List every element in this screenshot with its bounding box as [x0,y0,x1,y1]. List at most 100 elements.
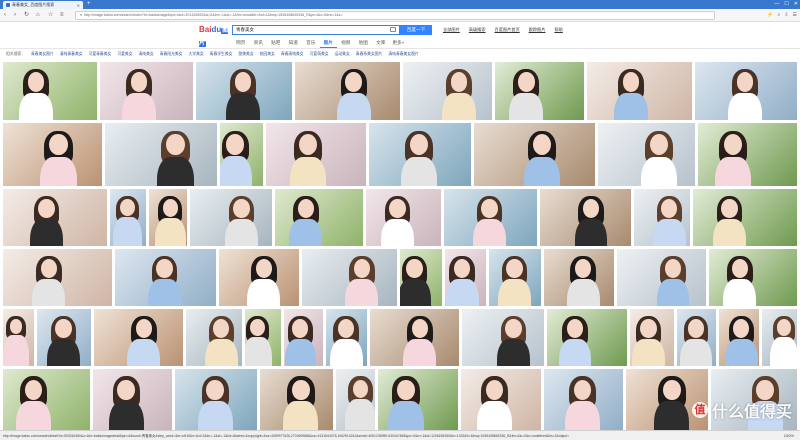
image-thumbnail[interactable] [3,309,34,366]
related-search-link[interactable]: 运动美女 [335,52,350,57]
image-thumbnail[interactable] [3,62,97,120]
image-thumbnail[interactable] [462,309,544,366]
reload-icon[interactable]: ↻ [24,11,29,20]
zoom-level[interactable]: 100% [784,433,794,438]
bolt-icon[interactable]: ⚡ [767,11,773,20]
related-search-link[interactable]: 清纯美女 [139,52,154,57]
minimize-icon[interactable]: — [774,1,779,8]
image-thumbnail[interactable] [544,249,614,306]
image-thumbnail[interactable] [630,309,674,366]
search-input[interactable]: 青春美女 [232,25,400,35]
image-thumbnail[interactable] [693,189,797,246]
related-search-link[interactable]: 青春系美女图片 [356,52,383,57]
related-search-link[interactable]: 青春学生美女 [210,52,233,57]
close-tab-icon[interactable]: ✕ [77,3,80,8]
related-search-link[interactable]: 大学美女 [188,52,203,57]
image-thumbnail[interactable] [709,249,797,306]
image-thumbnail[interactable] [220,123,263,186]
image-thumbnail[interactable] [403,62,492,120]
image-thumbnail[interactable] [219,249,299,306]
related-search-link[interactable]: 青春美女图片 [31,52,54,57]
header-link[interactable]: 全部图片 [443,27,460,33]
camera-icon[interactable] [390,27,396,32]
image-thumbnail[interactable] [495,62,584,120]
new-tab-button[interactable]: + [87,1,91,8]
close-window-icon[interactable]: ✕ [794,1,798,8]
image-thumbnail[interactable] [94,309,183,366]
header-link[interactable]: 帮助 [554,27,562,33]
related-search-link[interactable]: 可爱萌美女 [310,52,329,57]
image-thumbnail[interactable] [3,369,90,430]
image-thumbnail[interactable] [540,189,631,246]
image-thumbnail[interactable] [587,62,692,120]
image-thumbnail[interactable] [260,369,333,430]
related-search-link[interactable]: 甜美美女 [238,52,253,57]
image-thumbnail[interactable] [598,123,695,186]
baidu-logo[interactable]: Baidu图片 [199,24,234,47]
image-thumbnail[interactable] [302,249,397,306]
image-thumbnail[interactable] [719,309,759,366]
image-thumbnail[interactable] [110,189,146,246]
image-thumbnail[interactable] [245,309,281,366]
url-field[interactable]: ● http://image.baidu.com/search/index?tn=… [75,11,715,20]
back-icon[interactable]: ‹ [4,11,6,20]
image-thumbnail[interactable] [37,309,91,366]
image-thumbnail[interactable] [336,369,375,430]
image-thumbnail[interactable] [275,189,363,246]
download-icon[interactable]: ⇩ [784,11,788,20]
image-thumbnail[interactable] [489,249,541,306]
image-thumbnail[interactable] [3,189,107,246]
maximize-icon[interactable]: ☐ [784,1,788,8]
search-button[interactable]: 百度一下 [400,25,432,35]
browser-tab[interactable]: 青春美女_百度图片搜索 ✕ [3,1,83,9]
image-thumbnail[interactable] [3,249,112,306]
tab-7[interactable]: 地图 [355,39,373,48]
tab-0[interactable]: 网页 [232,39,250,48]
image-thumbnail[interactable] [762,309,797,366]
image-thumbnail[interactable] [284,309,323,366]
menu-icon[interactable]: ☰ [793,11,797,20]
reader-icon[interactable]: ≡ [60,11,64,20]
image-thumbnail[interactable] [617,249,706,306]
related-search-link[interactable]: 青春清纯美女 [281,52,304,57]
related-search-link[interactable]: 可爱美女 [117,52,132,57]
tab-3[interactable]: 知道 [285,39,303,48]
image-thumbnail[interactable] [175,369,257,430]
image-thumbnail[interactable] [544,369,623,430]
image-thumbnail[interactable] [677,309,716,366]
header-link[interactable]: 百度图片首页 [495,27,520,33]
search-icon[interactable]: ⌕ [778,11,781,20]
image-thumbnail[interactable] [326,309,367,366]
image-thumbnail[interactable] [196,62,292,120]
image-thumbnail[interactable] [444,189,537,246]
image-thumbnail[interactable] [369,123,471,186]
image-thumbnail[interactable] [295,62,400,120]
star-icon[interactable]: ☆ [48,11,53,20]
image-thumbnail[interactable] [400,249,442,306]
image-thumbnail[interactable] [695,62,797,120]
image-thumbnail[interactable] [370,309,459,366]
image-thumbnail[interactable] [186,309,242,366]
tab-4[interactable]: 音乐 [302,39,320,48]
tab-8[interactable]: 文库 [372,39,390,48]
image-thumbnail[interactable] [698,123,797,186]
image-thumbnail[interactable] [366,189,441,246]
image-thumbnail[interactable] [190,189,272,246]
tab-5[interactable]: 图片 [319,39,337,48]
image-thumbnail[interactable] [378,369,458,430]
related-search-link[interactable]: 清纯青春美女 [60,52,83,57]
image-thumbnail[interactable] [105,123,217,186]
image-thumbnail[interactable] [266,123,366,186]
image-thumbnail[interactable] [634,189,690,246]
image-thumbnail[interactable] [93,369,172,430]
image-thumbnail[interactable] [115,249,216,306]
image-thumbnail[interactable] [100,62,193,120]
image-thumbnail[interactable] [445,249,486,306]
image-thumbnail[interactable] [547,309,627,366]
home-icon[interactable]: ⌂ [36,11,40,20]
related-search-link[interactable]: 青春阳光美女 [160,52,183,57]
related-search-link[interactable]: 校园美女 [260,52,275,57]
image-thumbnail[interactable] [461,369,541,430]
tab-2[interactable]: 贴吧 [267,39,285,48]
image-thumbnail[interactable] [3,123,102,186]
